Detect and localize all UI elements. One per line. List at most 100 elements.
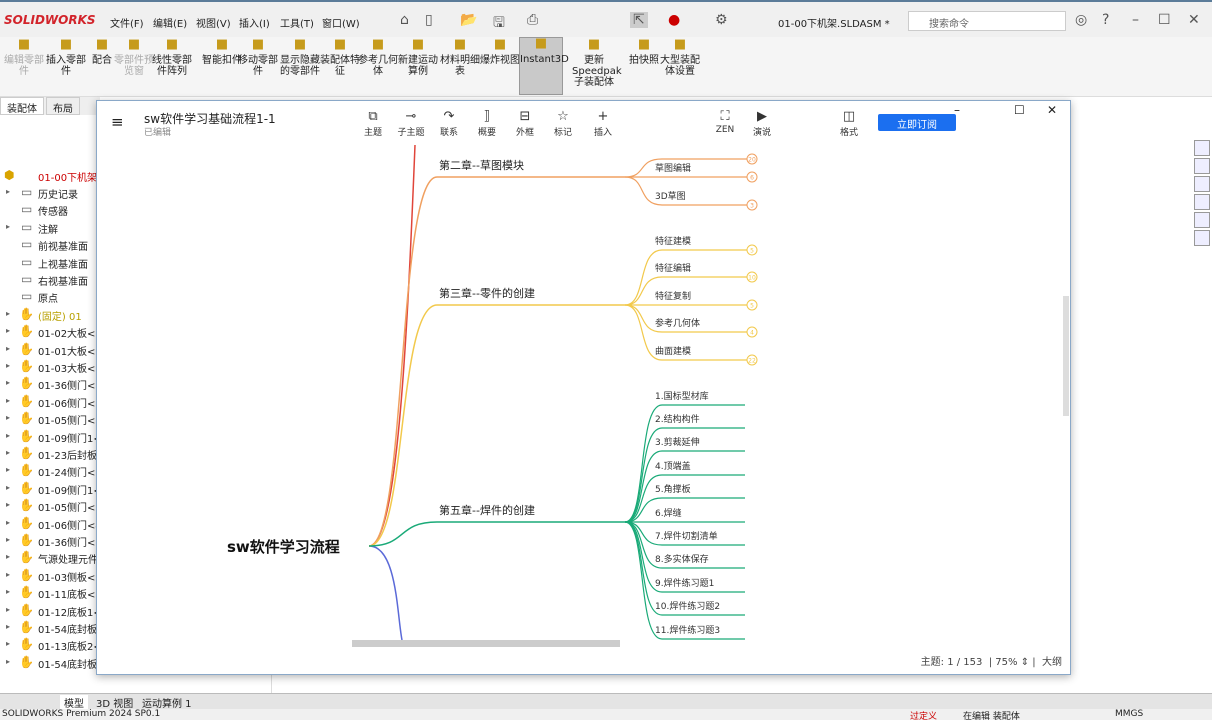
minimize-icon[interactable]: – xyxy=(954,103,960,117)
tab-model[interactable]: 模型 xyxy=(60,695,88,710)
menu-view[interactable]: 视图(V) xyxy=(196,15,231,30)
menu-tools[interactable]: 工具(T) xyxy=(280,15,314,30)
design-library-icon[interactable] xyxy=(1194,158,1210,174)
maximize-icon[interactable]: ☐ xyxy=(1158,12,1171,28)
help-icon[interactable]: ? xyxy=(1102,12,1109,28)
units-selector[interactable]: MMGS xyxy=(1115,709,1143,719)
horizontal-scrollbar[interactable] xyxy=(352,640,620,647)
tool-4[interactable]: ⊟ 外框 xyxy=(507,109,543,138)
new-file-icon[interactable]: ▯ xyxy=(425,12,433,28)
leaf-topic[interactable]: 参考几何体 xyxy=(655,317,700,329)
vertical-scrollbar[interactable] xyxy=(1063,296,1069,416)
leaf-topic[interactable]: 草图编辑 xyxy=(655,162,691,174)
root-topic[interactable]: sw软件学习流程 xyxy=(227,538,340,556)
close-icon[interactable]: ✕ xyxy=(1047,103,1057,117)
leaf-topic[interactable]: 8.多实体保存 xyxy=(655,553,709,565)
select-icon[interactable]: ⇱ xyxy=(630,12,648,28)
custom-properties-icon[interactable] xyxy=(1194,230,1210,246)
branch-topic[interactable]: 第二章--草图模块 xyxy=(439,158,524,172)
save-icon[interactable]: 🖫 xyxy=(493,12,505,36)
expand-icon[interactable]: ▸ xyxy=(6,378,10,387)
leaf-topic[interactable]: 特征建模 xyxy=(655,235,691,247)
ribbon-button[interactable]: ■ 新建运动算例 xyxy=(396,38,440,77)
ribbon-button[interactable]: ■ 爆炸视图 xyxy=(478,38,522,66)
tab-layout[interactable]: 布局 xyxy=(46,97,80,115)
tool-2[interactable]: ↷ 联系 xyxy=(431,109,467,138)
expand-icon[interactable]: ▸ xyxy=(6,344,10,353)
menu-edit[interactable]: 编辑(E) xyxy=(153,15,187,30)
rebuild-icon[interactable]: ● xyxy=(668,12,680,28)
leaf-topic[interactable]: 3D草图 xyxy=(655,190,686,202)
close-icon[interactable]: ✕ xyxy=(1188,12,1200,28)
menu-file[interactable]: 文件(F) xyxy=(110,15,144,30)
expand-icon[interactable]: ▸ xyxy=(6,587,10,596)
appearances-icon[interactable] xyxy=(1194,212,1210,228)
tool-ZEN[interactable]: ⛶ ZEN xyxy=(707,109,743,135)
user-icon[interactable]: ◎ xyxy=(1075,12,1087,28)
leaf-topic[interactable]: 6.焊缝 xyxy=(655,507,682,519)
expand-icon[interactable]: ▸ xyxy=(6,535,10,544)
leaf-topic[interactable]: 7.焊件切割清单 xyxy=(655,530,718,542)
leaf-topic[interactable]: 特征编辑 xyxy=(655,262,691,274)
branch-topic[interactable]: 第三章--零件的创建 xyxy=(439,286,535,300)
view-palette-icon[interactable] xyxy=(1194,194,1210,210)
tool-演说[interactable]: ▶ 演说 xyxy=(744,109,780,138)
ribbon-button[interactable]: ■ 更新Speedpak子装配体 xyxy=(572,38,622,88)
expand-icon[interactable]: ▸ xyxy=(6,639,10,648)
tab-assembly[interactable]: 装配体 xyxy=(0,97,44,115)
leaf-topic[interactable]: 4.顶端盖 xyxy=(655,460,691,472)
ribbon-button[interactable]: ■ 移动零部件 xyxy=(236,38,280,77)
file-explorer-icon[interactable] xyxy=(1194,176,1210,192)
menu-window[interactable]: 窗口(W) xyxy=(322,15,360,30)
expand-icon[interactable]: ▸ xyxy=(6,396,10,405)
resources-icon[interactable] xyxy=(1194,140,1210,156)
tool-1[interactable]: ⊸ 子主题 xyxy=(393,109,429,138)
ribbon-button[interactable]: ■ 材料明细表 xyxy=(438,38,482,77)
tool-5[interactable]: ☆ 标记 xyxy=(545,109,581,138)
leaf-topic[interactable]: 3.剪裁延伸 xyxy=(655,436,700,448)
minimize-icon[interactable]: – xyxy=(1132,12,1139,28)
expand-icon[interactable]: ▸ xyxy=(6,500,10,509)
outline-button[interactable]: 大纲 xyxy=(1042,657,1062,668)
leaf-topic[interactable]: 曲面建模 xyxy=(655,345,691,357)
expand-icon[interactable]: ▸ xyxy=(6,361,10,370)
expand-icon[interactable]: ▸ xyxy=(6,222,10,231)
mindmap-canvas[interactable]: sw软件学习流程 第二章--草图模块 20 草图编辑 6 3D草图 3 第三章--零件的创建 特… xyxy=(97,145,1067,640)
menu-icon[interactable]: ≡ xyxy=(111,113,124,131)
expand-icon[interactable]: ▸ xyxy=(6,309,10,318)
expand-icon[interactable]: ▸ xyxy=(6,657,10,666)
tool-0[interactable]: ⧉ 主题 xyxy=(355,109,391,138)
expand-icon[interactable]: ▸ xyxy=(6,605,10,614)
ribbon-button[interactable]: ■ 参考几何体 xyxy=(356,38,400,77)
tab-3d-view[interactable]: 3D 视图 xyxy=(92,695,137,710)
expand-icon[interactable]: ▸ xyxy=(6,187,10,196)
gear-icon[interactable]: ⚙ xyxy=(715,12,728,28)
ribbon-button[interactable]: ■ 大型装配体设置 xyxy=(658,38,702,77)
ribbon-button[interactable]: ■ 显示隐藏的零部件 xyxy=(278,38,322,77)
expand-icon[interactable]: ▸ xyxy=(6,448,10,457)
leaf-topic[interactable]: 11.焊件练习题3 xyxy=(655,624,720,636)
print-icon[interactable]: ⎙ xyxy=(527,12,538,28)
tab-motion-study[interactable]: 运动算例 1 xyxy=(138,695,196,710)
overdefined-status[interactable]: 过定义 xyxy=(910,709,937,722)
leaf-topic[interactable]: 9.焊件练习题1 xyxy=(655,577,714,589)
expand-icon[interactable]: ▸ xyxy=(6,622,10,631)
home-icon[interactable]: ⌂ xyxy=(400,12,409,28)
tool-格式[interactable]: ◫ 格式 xyxy=(831,109,867,138)
leaf-topic[interactable]: 5.角撑板 xyxy=(655,483,691,495)
expand-icon[interactable]: ▸ xyxy=(6,552,10,561)
open-icon[interactable]: 📂 xyxy=(460,12,477,28)
expand-icon[interactable]: ▸ xyxy=(6,518,10,527)
menu-insert[interactable]: 插入(I) xyxy=(239,15,270,30)
expand-icon[interactable]: ▸ xyxy=(6,413,10,422)
leaf-topic[interactable]: 特征复制 xyxy=(655,290,691,302)
expand-icon[interactable]: ▸ xyxy=(6,431,10,440)
branch-topic[interactable]: 第五章--焊件的创建 xyxy=(439,503,535,517)
expand-icon[interactable]: ▸ xyxy=(6,483,10,492)
tool-6[interactable]: + 插入 xyxy=(585,109,621,138)
subscribe-button[interactable]: 立即订阅 xyxy=(878,114,956,131)
expand-icon[interactable]: ▸ xyxy=(6,570,10,579)
leaf-topic[interactable]: 1.国标型材库 xyxy=(655,390,709,402)
expand-icon[interactable]: ▸ xyxy=(6,465,10,474)
tool-3[interactable]: ⟧ 概要 xyxy=(469,109,505,138)
